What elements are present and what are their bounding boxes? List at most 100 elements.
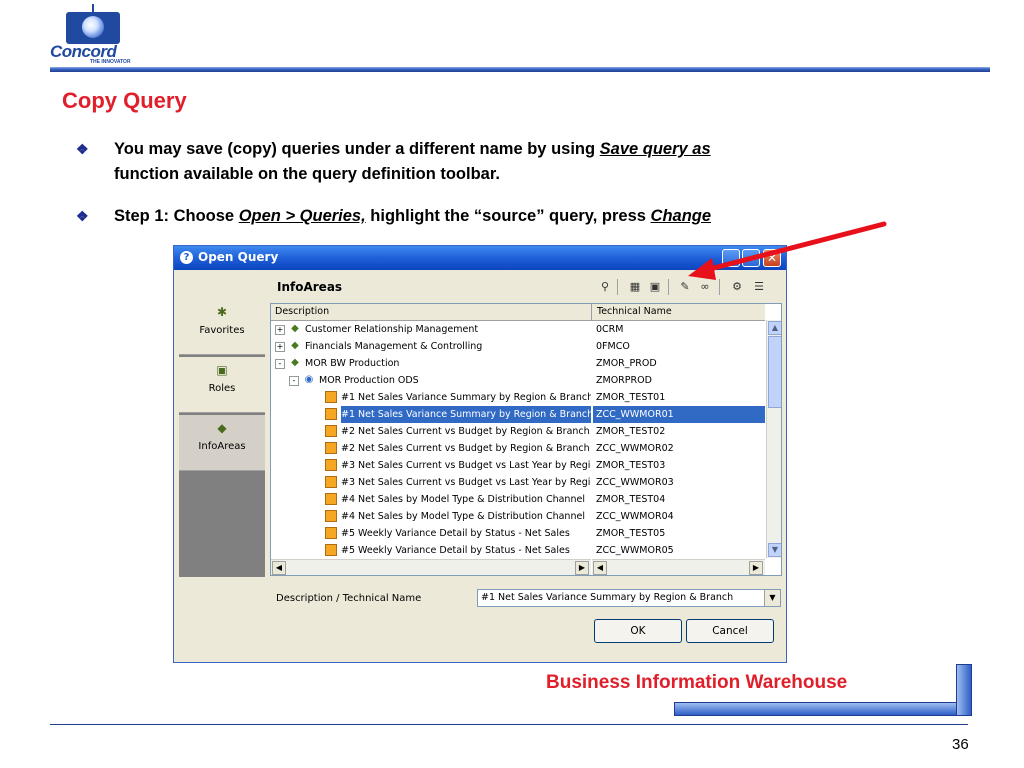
table-row[interactable]: #2 Net Sales Current vs Budget by Region… bbox=[271, 423, 765, 440]
row-technical-name: ZCC_WWMOR05 bbox=[596, 545, 674, 556]
scroll-left-icon[interactable]: ◀ bbox=[272, 561, 286, 575]
header-divider bbox=[50, 67, 990, 72]
row-description: #2 Net Sales Current vs Budget by Region… bbox=[341, 426, 590, 437]
table-row[interactable]: #1 Net Sales Variance Summary by Region … bbox=[271, 406, 765, 423]
row-description: MOR Production ODS bbox=[319, 375, 419, 386]
chevron-down-icon[interactable]: ▼ bbox=[764, 590, 780, 606]
description-field-label: Description / Technical Name bbox=[276, 593, 422, 604]
collapse-icon[interactable]: - bbox=[275, 359, 285, 369]
globe-icon bbox=[82, 16, 104, 38]
emphasis-change: Change bbox=[650, 207, 712, 225]
table-row[interactable]: #2 Net Sales Current vs Budget by Region… bbox=[271, 440, 765, 457]
row-description: #5 Weekly Variance Detail by Status - Ne… bbox=[341, 528, 570, 539]
row-description: #5 Weekly Variance Detail by Status - Ne… bbox=[341, 545, 570, 556]
table-row[interactable]: #4 Net Sales by Model Type & Distributio… bbox=[271, 491, 765, 508]
expand-icon[interactable]: + bbox=[275, 342, 285, 352]
bullet-text: Step 1: Choose Open > Queries, highlight… bbox=[114, 207, 712, 225]
table-row[interactable]: #5 Weekly Variance Detail by Status - Ne… bbox=[271, 542, 765, 559]
table-row[interactable]: + ◆ Financials Management & Controlling 0FM… bbox=[271, 338, 765, 355]
close-button[interactable]: ✕ bbox=[763, 249, 781, 267]
ok-button[interactable]: OK bbox=[594, 619, 682, 643]
table-row[interactable]: #3 Net Sales Current vs Budget vs Last Y… bbox=[271, 474, 765, 491]
row-technical-name: ZMOR_TEST02 bbox=[596, 426, 666, 437]
row-technical-name: ZMOR_PROD bbox=[596, 358, 657, 369]
diamond-bullet-icon: ❖ bbox=[76, 208, 89, 224]
horizontal-scrollbar-description[interactable]: ◀ ▶ bbox=[271, 559, 591, 575]
row-technical-name: ZMOR_TEST05 bbox=[596, 528, 666, 539]
panel-title: InfoAreas bbox=[277, 280, 343, 294]
emphasis-save-query-as: Save query as bbox=[599, 140, 711, 158]
row-technical-name: ZCC_WWMOR02 bbox=[596, 443, 674, 454]
open-query-icon[interactable]: ▣ bbox=[648, 280, 662, 294]
table-row[interactable]: - ◉ MOR Production ODS ZMORPROD bbox=[271, 372, 765, 389]
tools-icon[interactable]: ⚙ bbox=[730, 280, 744, 294]
query-icon bbox=[325, 476, 337, 488]
maximize-button[interactable] bbox=[742, 249, 760, 267]
row-technical-name: 0FMCO bbox=[596, 341, 630, 352]
minimize-button[interactable] bbox=[722, 249, 740, 267]
horizontal-scrollbar-technical[interactable]: ◀ ▶ bbox=[592, 559, 765, 575]
scroll-up-icon[interactable]: ▲ bbox=[768, 321, 781, 335]
concord-logo: Concord THE INNOVATOR bbox=[46, 4, 146, 65]
table-row[interactable]: #4 Net Sales by Model Type & Distributio… bbox=[271, 508, 765, 525]
star-icon: ✱ bbox=[216, 305, 228, 319]
query-icon bbox=[325, 493, 337, 505]
row-description: #4 Net Sales by Model Type & Distributio… bbox=[341, 511, 585, 522]
app-icon: ? bbox=[180, 251, 193, 264]
row-description: #3 Net Sales Current vs Budget vs Last Y… bbox=[341, 460, 591, 471]
change-icon[interactable]: ✎ bbox=[678, 280, 692, 294]
row-description: #2 Net Sales Current vs Budget by Region… bbox=[341, 443, 590, 454]
footer-divider bbox=[50, 724, 968, 725]
glasses-icon[interactable]: ∞ bbox=[698, 280, 712, 294]
row-description: #3 Net Sales Current vs Budget vs Last Y… bbox=[341, 477, 591, 488]
row-technical-name: ZMOR_TEST03 bbox=[596, 460, 666, 471]
row-description: #1 Net Sales Variance Summary by Region … bbox=[341, 392, 591, 403]
sidebar-item-favorites[interactable]: ✱ Favorites bbox=[179, 299, 265, 355]
table-row[interactable]: + ◆ Customer Relationship Management 0CRM bbox=[271, 321, 765, 338]
scroll-down-icon[interactable]: ▼ bbox=[768, 543, 781, 557]
dialog-title: Open Query bbox=[198, 250, 279, 264]
sidebar-item-roles[interactable]: ▣ Roles bbox=[179, 357, 265, 413]
emphasis-open-queries: Open > Queries, bbox=[238, 207, 366, 225]
description-combo[interactable]: #1 Net Sales Variance Summary by Region … bbox=[477, 589, 781, 607]
bullet-text-line2: function available on the query definiti… bbox=[114, 165, 500, 183]
dialog-titlebar[interactable]: ? Open Query ✕ bbox=[174, 246, 786, 270]
query-icon bbox=[325, 527, 337, 539]
bullet-text: You may save (copy) queries under a diff… bbox=[114, 140, 711, 158]
row-description: #1 Net Sales Variance Summary by Region … bbox=[341, 406, 591, 423]
infocube-icon: ◉ bbox=[304, 374, 314, 385]
infoarea-icon: ◆ bbox=[291, 357, 299, 368]
column-header-description[interactable]: Description bbox=[275, 306, 329, 317]
cancel-button[interactable]: Cancel bbox=[686, 619, 774, 643]
table-row[interactable]: #3 Net Sales Current vs Budget vs Last Y… bbox=[271, 457, 765, 474]
table-row[interactable]: #5 Weekly Variance Detail by Status - Ne… bbox=[271, 525, 765, 542]
new-query-icon[interactable]: ▦ bbox=[628, 280, 642, 294]
row-technical-name: 0CRM bbox=[596, 324, 624, 335]
diamond-bullet-icon: ❖ bbox=[76, 141, 89, 157]
row-description: MOR BW Production bbox=[305, 358, 400, 369]
table-row[interactable]: #1 Net Sales Variance Summary by Region … bbox=[271, 389, 765, 406]
row-technical-name: ZCC_WWMOR04 bbox=[596, 511, 674, 522]
column-header-technical-name[interactable]: Technical Name bbox=[597, 306, 672, 317]
scroll-left-icon[interactable]: ◀ bbox=[593, 561, 607, 575]
scroll-thumb[interactable] bbox=[768, 336, 781, 408]
scroll-right-icon[interactable]: ▶ bbox=[575, 561, 589, 575]
role-icon: ▣ bbox=[216, 363, 228, 377]
query-tree-table: Description Technical Name + ◆ Customer Re… bbox=[270, 303, 782, 576]
table-header: Description Technical Name bbox=[271, 304, 765, 321]
scroll-right-icon[interactable]: ▶ bbox=[749, 561, 763, 575]
table-row[interactable]: - ◆ MOR BW Production ZMOR_PROD bbox=[271, 355, 765, 372]
infoarea-icon: ◆ bbox=[291, 323, 299, 334]
vertical-scrollbar[interactable]: ▲ ▼ bbox=[766, 320, 781, 558]
collapse-icon[interactable]: - bbox=[289, 376, 299, 386]
logo-tagline: THE INNOVATOR bbox=[90, 59, 131, 65]
query-icon bbox=[325, 408, 337, 420]
details-icon[interactable]: ☰ bbox=[752, 280, 766, 294]
footer-label: Business Information Warehouse bbox=[546, 672, 848, 693]
binoculars-icon[interactable]: ⚲ bbox=[598, 280, 612, 294]
row-technical-name: ZCC_WWMOR01 bbox=[593, 406, 765, 423]
sidebar: ✱ Favorites ▣ Roles ◆ InfoAreas bbox=[179, 299, 265, 577]
sidebar-item-infoareas[interactable]: ◆ InfoAreas bbox=[179, 415, 265, 471]
expand-icon[interactable]: + bbox=[275, 325, 285, 335]
logo-emblem bbox=[66, 4, 120, 44]
